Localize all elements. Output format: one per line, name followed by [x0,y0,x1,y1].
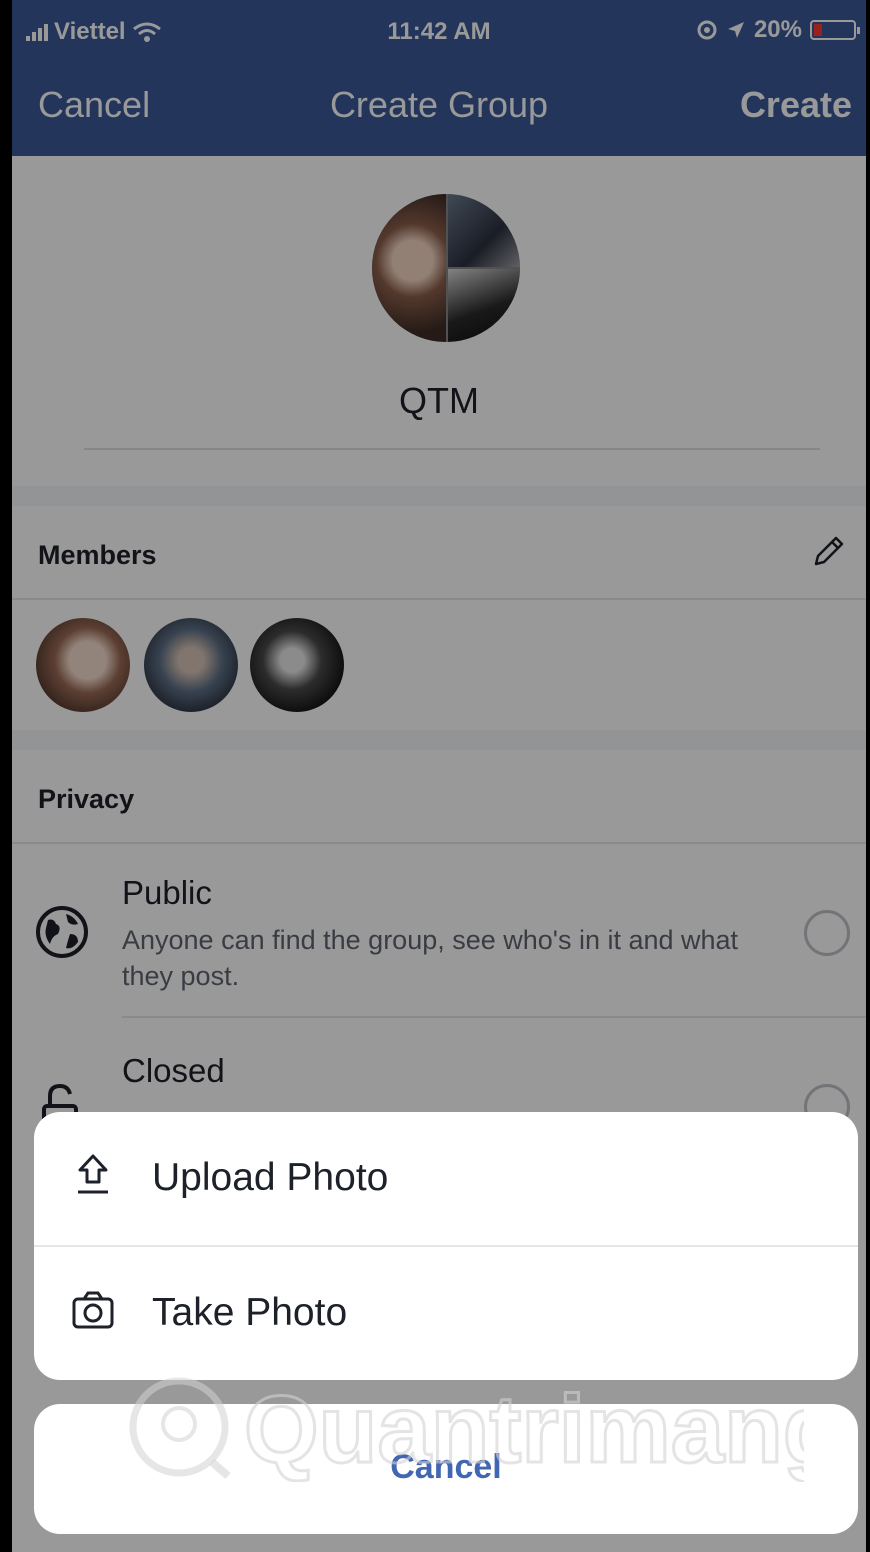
upload-icon [78,1154,108,1194]
upload-photo-label: Upload Photo [152,1156,389,1199]
camera-icon [72,1291,114,1329]
create-group-screen: Viettel 11:42 AM 20% Cancel Create Group… [12,0,866,1552]
photo-action-sheet: Upload Photo Take Photo [34,1112,858,1380]
take-photo-option[interactable]: Take Photo [34,1247,858,1379]
take-photo-label: Take Photo [152,1291,348,1334]
cancel-sheet[interactable]: Cancel [34,1404,858,1534]
sheet-cancel-button[interactable]: Cancel [34,1448,858,1487]
upload-photo-option[interactable]: Upload Photo [34,1112,858,1244]
